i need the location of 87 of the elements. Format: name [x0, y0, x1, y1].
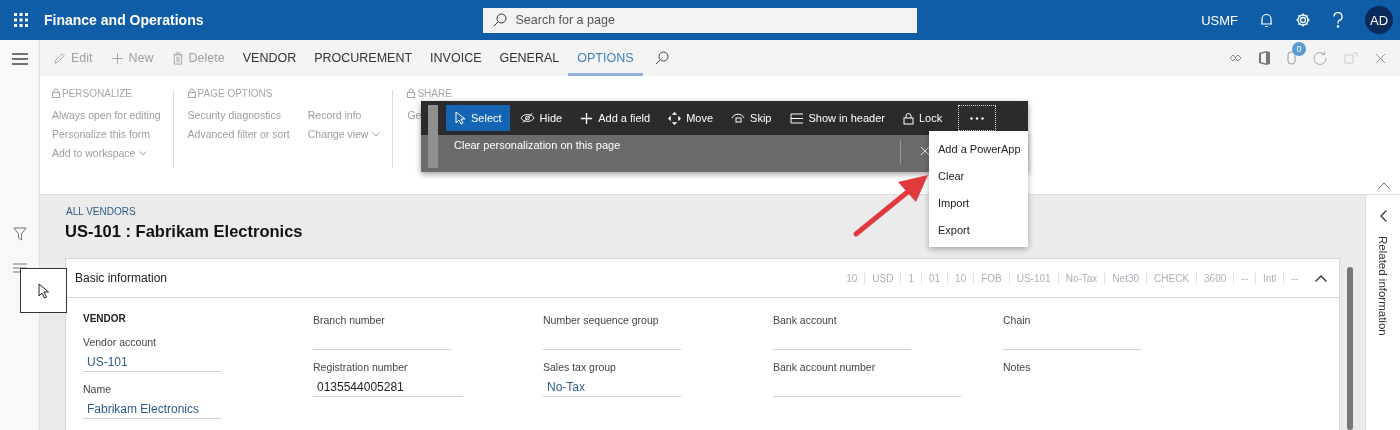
scrollbar[interactable] — [1347, 267, 1353, 430]
ribbon-tab[interactable]: VENDOR — [233, 40, 306, 76]
attachment-count: 0 — [1292, 42, 1306, 56]
menu-item[interactable]: Add a PowerApp — [929, 135, 1028, 162]
summary-value: US-101 — [1008, 272, 1058, 284]
ribbon-tab[interactable]: GENERAL — [490, 40, 569, 76]
summary-value: 1 — [900, 272, 921, 284]
menu-icon[interactable] — [11, 53, 28, 65]
eye-slash-icon — [519, 112, 535, 124]
tool-button[interactable]: Lock — [894, 105, 951, 131]
chevron-left-icon[interactable] — [1379, 210, 1387, 222]
search-field[interactable]: Search for a page — [483, 7, 918, 33]
lock-icon — [52, 88, 60, 98]
field-label: Number sequence group — [543, 314, 660, 326]
office-icon[interactable] — [1259, 51, 1270, 65]
summary-value: 3600 — [1196, 272, 1234, 284]
skip-icon — [731, 112, 746, 124]
group-title: PAGE OPTIONS — [187, 86, 381, 100]
group-title: PERSONALIZE — [52, 86, 161, 100]
menu-item[interactable]: Import — [929, 189, 1028, 216]
collapse-icon[interactable] — [1378, 182, 1390, 189]
paperclip-icon[interactable] — [1287, 51, 1296, 65]
summary-value: CHECK — [1146, 272, 1197, 284]
menu-item[interactable]: Export — [929, 216, 1028, 243]
trash-icon — [171, 51, 184, 65]
user-avatar[interactable]: AD — [1365, 6, 1393, 34]
group-heading: VENDOR — [83, 313, 127, 324]
ribbon-tab[interactable]: PROCUREMENT — [305, 40, 422, 76]
field-label: Bank account — [773, 314, 838, 326]
tool-button[interactable]: Move — [660, 105, 722, 131]
help-icon[interactable] — [1333, 12, 1343, 28]
pointer-icon — [454, 111, 466, 125]
header-lines-icon — [789, 112, 804, 124]
filter-icon[interactable] — [12, 227, 27, 241]
link-icon[interactable] — [1229, 54, 1242, 62]
chevron-down-icon — [372, 131, 381, 137]
pencil-icon — [53, 51, 66, 65]
more-icon — [970, 116, 985, 120]
summary-value: Intl — [1255, 272, 1284, 284]
pointer-icon — [37, 282, 50, 299]
menu-item[interactable]: Clear — [929, 162, 1028, 189]
field-label: Notes — [1003, 361, 1032, 373]
toolbar-message: Clear personalization on this page — [454, 139, 621, 151]
chevron-up-icon[interactable] — [1315, 274, 1327, 282]
field-label: Branch number — [313, 314, 386, 326]
pane-title[interactable]: Related information — [1377, 236, 1389, 336]
breadcrumb-link[interactable]: ALL VENDORS — [66, 206, 136, 217]
tool-button[interactable]: Select — [446, 105, 510, 131]
summary-value: 01 — [920, 272, 948, 284]
search-icon[interactable] — [654, 51, 669, 65]
group-title: SHARE — [407, 86, 452, 100]
app-title: Finance and Operations — [44, 12, 204, 28]
chevron-down-icon — [139, 150, 148, 156]
tool-button[interactable]: Add a field — [572, 105, 659, 131]
summary-value: FOB — [973, 272, 1009, 284]
bell-icon[interactable] — [1260, 12, 1273, 28]
field-label: Vendor account — [83, 336, 157, 348]
summary-value: -- — [1283, 272, 1305, 284]
field-label: Sales tax group — [543, 361, 617, 373]
field-label: Bank account number — [773, 361, 877, 373]
summary-value: 10 — [845, 272, 859, 284]
page-title: US-101 : Fabrikam Electronics — [65, 222, 303, 241]
field-label: Registration number — [313, 361, 409, 373]
plus-icon — [110, 51, 124, 65]
tool-button[interactable]: Show in header — [781, 105, 893, 131]
app-launcher-icon[interactable] — [14, 13, 28, 27]
company-picker[interactable]: USMF — [1201, 12, 1238, 28]
summary-value: -- — [1233, 272, 1255, 284]
settings-icon[interactable] — [1295, 12, 1311, 28]
ribbon-tab[interactable]: INVOICE — [421, 40, 491, 76]
search-icon — [493, 12, 508, 27]
close-icon[interactable] — [1375, 52, 1386, 64]
move-icon — [668, 111, 682, 125]
lock-icon — [407, 88, 416, 98]
summary-value: 10 — [947, 272, 974, 284]
field-label: Name — [83, 383, 112, 395]
summary-value: Net30 — [1104, 272, 1147, 284]
lock-icon — [187, 88, 196, 98]
fasttab-title[interactable]: Basic information — [75, 271, 168, 285]
field-label: Chain — [1003, 314, 1032, 326]
lock-icon — [902, 111, 914, 125]
tool-button[interactable]: Hide — [511, 105, 571, 131]
tool-button[interactable]: Skip — [723, 105, 780, 131]
drag-handle[interactable] — [428, 105, 438, 168]
summary-value: No-Tax — [1057, 272, 1105, 284]
plus-icon — [580, 111, 594, 125]
summary-value: USD — [864, 272, 901, 284]
